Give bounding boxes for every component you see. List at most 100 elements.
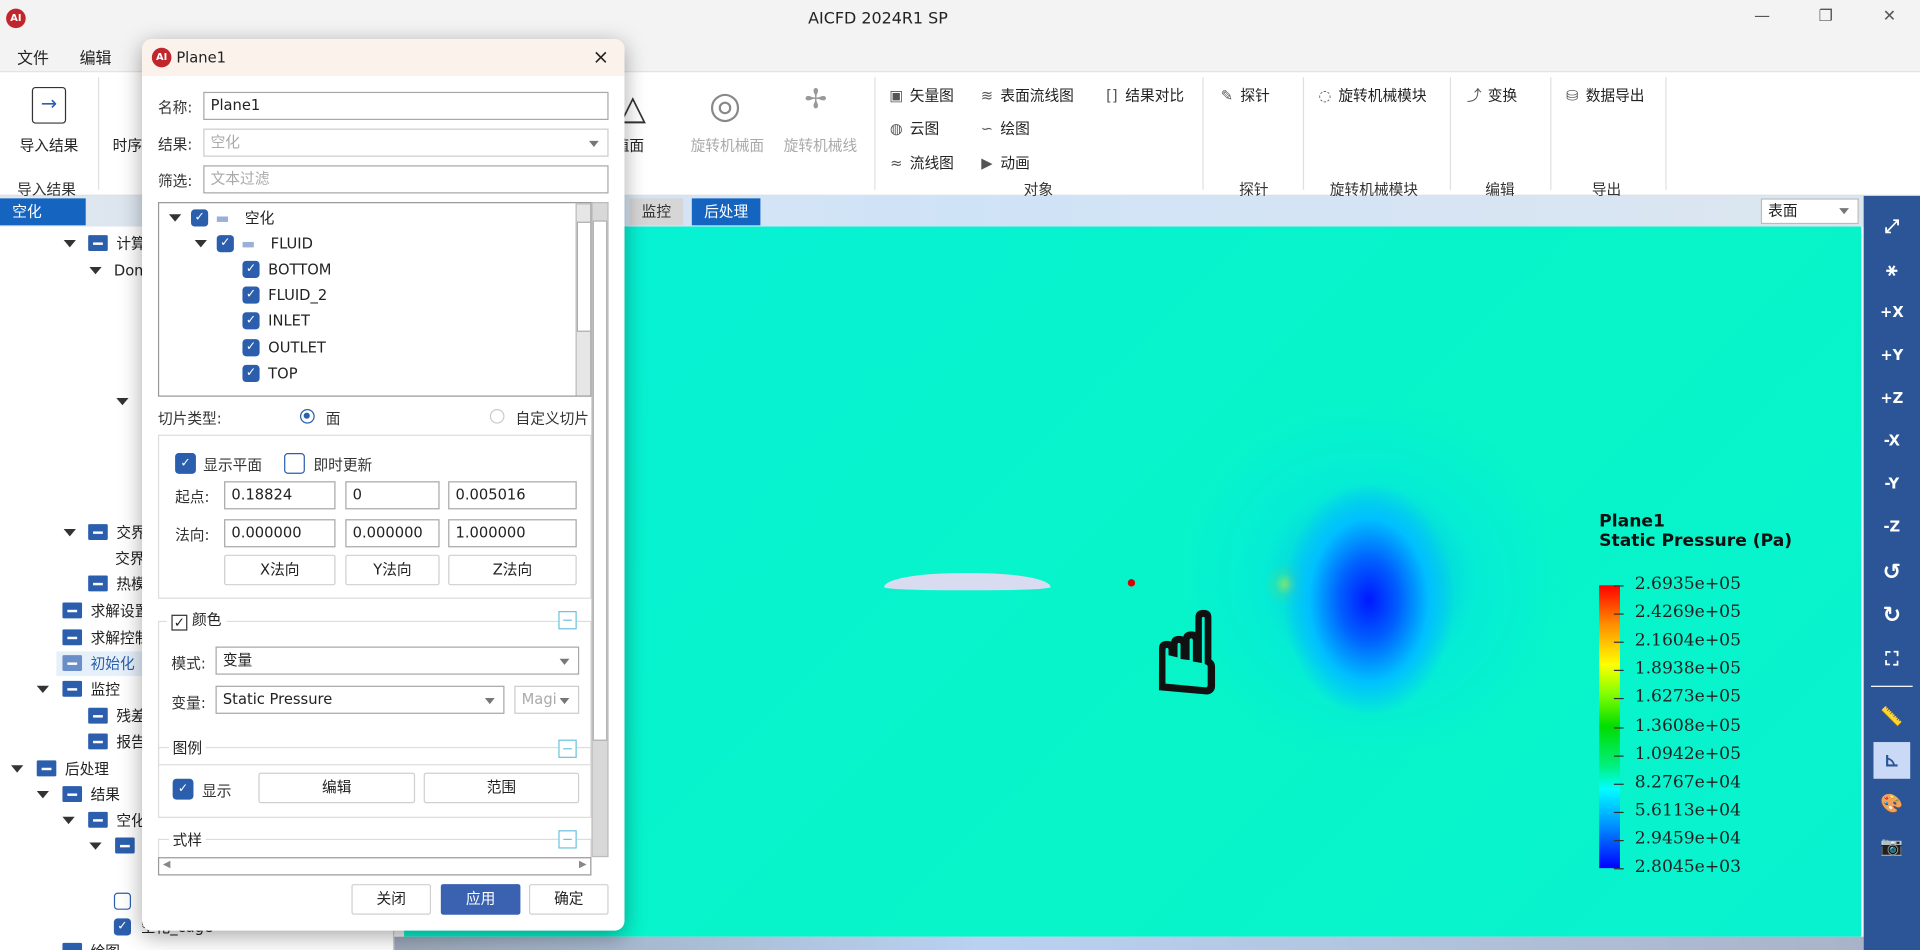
color-section[interactable]: ✓ 颜色 bbox=[166, 608, 227, 631]
surface-streamline-button[interactable]: ≋ 表面流线图 bbox=[977, 84, 1074, 105]
tree-item[interactable]: 空化 bbox=[62, 808, 146, 832]
result-select[interactable]: 空化 bbox=[203, 128, 609, 157]
tree-item[interactable]: 求解控制 bbox=[62, 626, 149, 650]
y-normal-button[interactable]: Y法向 bbox=[345, 554, 440, 586]
legend-show-checkbox[interactable]: ✓ bbox=[172, 778, 194, 800]
collapse-style-icon[interactable] bbox=[558, 830, 577, 849]
tab-monitor[interactable]: 监控 bbox=[629, 198, 684, 226]
surface-streamline-icon: ≋ bbox=[980, 86, 994, 105]
close-button[interactable]: 关闭 bbox=[351, 884, 432, 915]
normal-z-input[interactable]: 1.000000 bbox=[448, 519, 577, 548]
origin-y-input[interactable]: 0 bbox=[345, 481, 440, 510]
view-plus-x-icon[interactable]: +X bbox=[1873, 294, 1910, 331]
tree-item[interactable]: 交界 bbox=[115, 546, 144, 570]
live-update-checkbox[interactable] bbox=[284, 453, 305, 474]
zone-item[interactable]: ✓ TOP bbox=[242, 361, 298, 385]
view-minus-x-icon[interactable]: -X bbox=[1873, 422, 1910, 459]
menu-file[interactable]: 文件 bbox=[17, 45, 49, 68]
collapse-legend-icon[interactable] bbox=[558, 739, 577, 758]
color-checkbox[interactable]: ✓ bbox=[171, 614, 188, 631]
tree-item[interactable]: Dom bbox=[89, 258, 149, 282]
ok-button[interactable]: 确定 bbox=[528, 884, 609, 915]
tree-item[interactable]: 交界 bbox=[63, 520, 146, 544]
tree-item[interactable]: 报告 bbox=[88, 730, 146, 754]
zone-item[interactable]: ✓ FLUID_2 bbox=[242, 283, 327, 307]
transform-button[interactable]: ⤴ 变换 bbox=[1464, 84, 1517, 105]
menu-edit[interactable]: 编辑 bbox=[80, 45, 112, 68]
tree-item[interactable]: 计算 bbox=[63, 231, 146, 255]
tree-item[interactable]: 绘图 bbox=[62, 939, 120, 950]
filter-input[interactable]: 文本过滤 bbox=[203, 165, 609, 194]
camera-icon[interactable]: 📷 bbox=[1873, 828, 1910, 865]
rotate-ccw-90-icon[interactable]: ↺ bbox=[1873, 555, 1910, 592]
ruler-icon[interactable]: 📏 bbox=[1873, 698, 1910, 735]
view-minus-z-icon[interactable]: -Z bbox=[1873, 508, 1910, 545]
tree-item-selected[interactable]: 初始化 bbox=[56, 651, 155, 676]
zone-tree-scrollbar[interactable] bbox=[575, 203, 591, 396]
collapse-color-icon[interactable] bbox=[558, 611, 577, 630]
maximize-icon[interactable]: ❐ bbox=[1807, 7, 1844, 31]
compare-button[interactable]: [] 结果对比 bbox=[1102, 84, 1184, 105]
z-normal-button[interactable]: Z法向 bbox=[448, 554, 577, 586]
normal-y-input[interactable]: 0.000000 bbox=[345, 519, 440, 548]
radio-custom[interactable] bbox=[489, 408, 505, 424]
tree-item[interactable]: 热模 bbox=[88, 572, 146, 596]
turbo-surface-button[interactable]: 旋转机械面 bbox=[691, 135, 764, 156]
close-window-icon[interactable]: ✕ bbox=[1871, 7, 1908, 31]
legend-edit-button[interactable]: 编辑 bbox=[258, 772, 416, 804]
plot-icon: ∽ bbox=[980, 120, 994, 138]
vector-button[interactable]: ▣ 矢量图 bbox=[887, 84, 954, 105]
component-select[interactable]: Magi bbox=[514, 685, 580, 714]
turbo-module-button[interactable]: ◌ 旋转机械模块 bbox=[1315, 84, 1426, 105]
zone-item[interactable]: ✓ INLET bbox=[242, 309, 310, 333]
tree-item[interactable]: 监控 bbox=[36, 677, 120, 701]
normal-x-input[interactable]: 0.000000 bbox=[224, 519, 336, 548]
view-plus-y-icon[interactable]: +Y bbox=[1873, 337, 1910, 374]
axes-icon[interactable]: ⚹ bbox=[1873, 251, 1910, 288]
export-data-button[interactable]: ⛁ 数据导出 bbox=[1562, 84, 1644, 105]
origin-x-input[interactable]: 0.18824 bbox=[224, 481, 336, 510]
apply-button[interactable]: 应用 bbox=[440, 884, 521, 915]
timeseries-button[interactable]: 时序 bbox=[113, 135, 142, 156]
zone-item[interactable]: ✓ OUTLET bbox=[242, 336, 326, 360]
turbo-line-button[interactable]: 旋转机械线 bbox=[784, 135, 857, 156]
tree-item[interactable]: 结果 bbox=[36, 782, 120, 806]
mode-select[interactable]: 变量 bbox=[215, 646, 580, 675]
live-update-label: 即时更新 bbox=[313, 456, 373, 474]
legend-tick bbox=[1613, 726, 1624, 728]
x-normal-button[interactable]: X法向 bbox=[224, 554, 336, 586]
animation-button[interactable]: ▶ 动画 bbox=[977, 152, 1030, 173]
name-input[interactable]: Plane1 bbox=[203, 91, 609, 121]
tree-item[interactable]: 求解设置 bbox=[62, 599, 149, 623]
zone-item[interactable]: ✓ ▬ FLUID bbox=[194, 231, 313, 255]
view-plus-z-icon[interactable]: +Z bbox=[1873, 380, 1910, 417]
tree-item[interactable]: 后处理 bbox=[11, 757, 109, 781]
fit-view-icon[interactable]: ⤢ bbox=[1873, 208, 1910, 245]
tab-cavitation[interactable]: 空化 bbox=[0, 198, 86, 226]
palette-icon[interactable]: 🎨 bbox=[1873, 785, 1910, 822]
origin-z-input[interactable]: 0.005016 bbox=[448, 481, 577, 510]
rotate-cw-90-icon[interactable]: ↻ bbox=[1873, 598, 1910, 635]
legend-range-button[interactable]: 范围 bbox=[423, 772, 580, 804]
import-results-button[interactable]: 导入结果 bbox=[20, 135, 79, 156]
tree-item[interactable]: 残差 bbox=[88, 704, 146, 728]
dialog-scrollbar[interactable] bbox=[591, 202, 609, 858]
variable-select[interactable]: Static Pressure bbox=[215, 685, 505, 714]
dialog-close-icon[interactable]: × bbox=[593, 45, 609, 68]
radio-custom-label: 自定义切片 bbox=[515, 410, 589, 428]
view-minus-y-icon[interactable]: -Y bbox=[1873, 465, 1910, 502]
zone-item[interactable]: ✓ BOTTOM bbox=[242, 257, 331, 281]
contour-button[interactable]: ◍ 云图 bbox=[887, 118, 939, 139]
horizontal-scrollbar[interactable]: ◀ ▶ bbox=[157, 857, 592, 876]
fullscreen-icon[interactable]: ⛶ bbox=[1873, 640, 1910, 677]
probe-button[interactable]: ✎ 探针 bbox=[1217, 84, 1270, 105]
minimize-icon[interactable]: — bbox=[1744, 7, 1781, 31]
radio-plane[interactable] bbox=[300, 408, 315, 424]
view-mode-select[interactable]: 表面 bbox=[1760, 198, 1859, 225]
zone-item[interactable]: ✓ ▬ 空化 bbox=[168, 206, 274, 230]
show-plane-checkbox[interactable]: ✓ bbox=[175, 453, 196, 474]
tab-postprocess[interactable]: 后处理 bbox=[691, 198, 761, 226]
streamline-button[interactable]: ≈ 流线图 bbox=[887, 152, 954, 173]
plot-button[interactable]: ∽ 绘图 bbox=[977, 118, 1030, 139]
axis-hide-icon[interactable]: ⊾ bbox=[1873, 742, 1911, 779]
